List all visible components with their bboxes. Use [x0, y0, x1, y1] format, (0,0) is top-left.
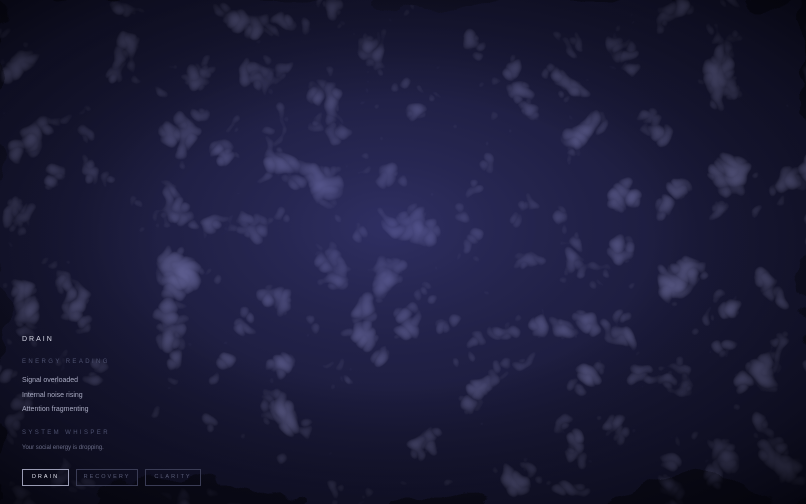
recovery-button[interactable]: RECOVERY: [76, 468, 138, 486]
list-item: Attention fragmenting: [22, 406, 89, 413]
system-whisper-label: SYSTEM WHISPER: [22, 429, 110, 436]
fluid-canvas: DRAIN ENERGY READING Signal overloaded I…: [0, 0, 806, 504]
state-panel: DRAIN ENERGY READING Signal overloaded I…: [22, 336, 282, 486]
system-whisper-message: Your social energy is dropping.: [22, 444, 104, 451]
clarity-button[interactable]: CLARITY: [145, 468, 201, 486]
energy-reading-label: ENERGY READING: [22, 359, 110, 365]
list-item: Internal noise rising: [22, 391, 83, 399]
energy-reading-list: Signal overloaded Internal noise rising …: [22, 374, 282, 418]
drain-button[interactable]: DRAIN: [22, 468, 69, 486]
mode-title: DRAIN: [22, 336, 54, 343]
mode-switcher: DRAIN RECOVERY CLARITY: [22, 468, 282, 486]
list-item: Signal overloaded: [22, 377, 79, 384]
